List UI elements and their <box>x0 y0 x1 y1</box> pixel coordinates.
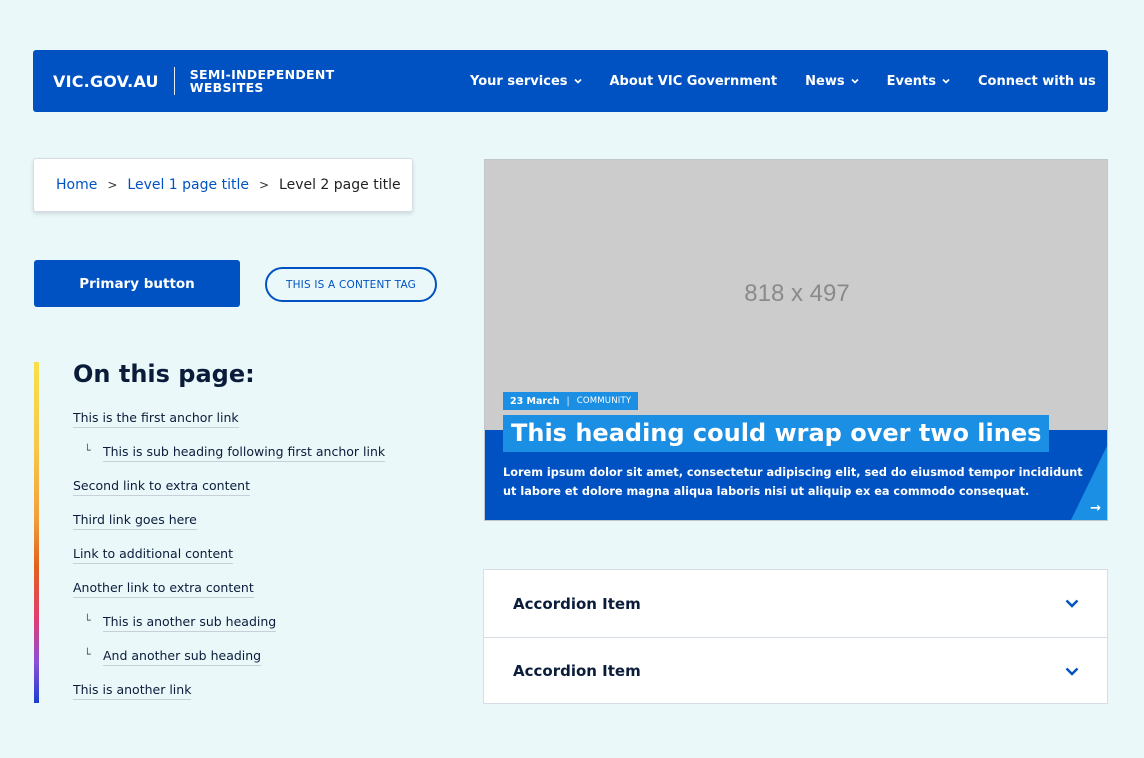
anchor-sub-link[interactable]: └ This is another sub heading <box>73 614 433 648</box>
on-this-page-accent-bar <box>34 362 39 703</box>
nav-item-events[interactable]: Events <box>887 74 950 89</box>
anchor-link-label: Third link goes here <box>73 512 197 530</box>
anchor-link-label: This is another sub heading <box>103 614 277 632</box>
corner-icon: └ <box>84 444 91 457</box>
meta-divider: | <box>566 395 570 407</box>
breadcrumb-home[interactable]: Home <box>56 177 97 193</box>
nav-item-label: Your services <box>470 73 568 89</box>
nav-item-connect[interactable]: Connect with us <box>978 74 1096 89</box>
anchor-link-label: Link to additional content <box>73 546 234 564</box>
accordion-item[interactable]: Accordion Item <box>484 570 1107 637</box>
anchor-link-label: And another sub heading <box>103 648 262 666</box>
anchor-link-label: This is another link <box>73 682 192 700</box>
breadcrumb-current: Level 2 page title <box>279 177 401 193</box>
on-this-page-list: This is the first anchor link └ This is s… <box>73 410 433 716</box>
content-tag[interactable]: THIS IS A CONTENT TAG <box>265 267 437 302</box>
site-logo[interactable]: VIC.GOV.AU <box>53 72 159 91</box>
anchor-link[interactable]: This is another link <box>73 682 433 716</box>
card-category: COMMUNITY <box>576 396 632 406</box>
card-heading[interactable]: This heading could wrap over two lines <box>503 415 1050 452</box>
card-meta: 23 March | COMMUNITY <box>503 392 639 410</box>
nav-item-about[interactable]: About VIC Government <box>610 74 778 89</box>
nav-item-your-services[interactable]: Your services <box>470 74 582 89</box>
anchor-link[interactable]: Another link to extra content <box>73 580 433 614</box>
logo-divider <box>173 67 175 95</box>
arrow-right-icon[interactable]: → <box>1090 501 1101 516</box>
card-date: 23 March <box>510 395 560 407</box>
anchor-link-label: This is sub heading following first anch… <box>103 444 386 462</box>
nav-item-label: News <box>805 73 845 89</box>
chevron-down-icon <box>573 78 582 84</box>
site-subtitle: SEMI-INDEPENDENT WEBSITES <box>189 67 335 95</box>
on-this-page-title: On this page: <box>73 360 255 388</box>
nav-item-label: About VIC Government <box>609 73 778 89</box>
primary-button[interactable]: Primary button <box>34 260 240 307</box>
anchor-link[interactable]: Second link to extra content <box>73 478 433 512</box>
card-corner-accent <box>1071 446 1107 520</box>
anchor-sub-link[interactable]: └ And another sub heading <box>73 648 433 682</box>
nav-item-news[interactable]: News <box>805 73 859 89</box>
accordion-item-label: Accordion Item <box>513 662 641 680</box>
promo-card[interactable]: 818 x 497 23 March | COMMUNITY This head… <box>484 159 1108 521</box>
breadcrumb-separator: > <box>107 178 118 192</box>
accordion-item-label: Accordion Item <box>513 594 641 613</box>
nav-item-label: Events <box>886 73 936 89</box>
nav-item-label: Connect with us <box>978 73 1096 89</box>
anchor-link[interactable]: Third link goes here <box>73 512 433 546</box>
anchor-link-label: Second link to extra content <box>73 478 250 496</box>
accordion: Accordion Item Accordion Item <box>483 569 1108 704</box>
chevron-down-icon <box>851 78 859 84</box>
breadcrumb: Home > Level 1 page title > Level 2 page… <box>33 158 413 212</box>
anchor-link-label: Another link to extra content <box>73 580 254 598</box>
main-nav: Your services About VIC Government News … <box>470 50 1096 112</box>
chevron-down-icon <box>1065 599 1079 608</box>
card-body: Lorem ipsum dolor sit amet, consectetur … <box>503 466 1083 498</box>
anchor-link[interactable]: Link to additional content <box>73 546 433 580</box>
breadcrumb-level1[interactable]: Level 1 page title <box>127 177 249 193</box>
anchor-link-label: This is the first anchor link <box>73 410 239 428</box>
anchor-link[interactable]: This is the first anchor link <box>73 410 433 444</box>
chevron-down-icon <box>942 78 950 84</box>
accordion-item[interactable]: Accordion Item <box>484 637 1107 704</box>
site-header: VIC.GOV.AU SEMI-INDEPENDENT WEBSITES You… <box>33 50 1108 112</box>
corner-icon: └ <box>84 614 91 627</box>
chevron-down-icon <box>1065 667 1079 676</box>
anchor-sub-link[interactable]: └ This is sub heading following first anc… <box>73 444 433 478</box>
corner-icon: └ <box>84 648 91 661</box>
image-placeholder-label: 818 x 497 <box>744 280 850 307</box>
breadcrumb-separator: > <box>258 178 270 192</box>
